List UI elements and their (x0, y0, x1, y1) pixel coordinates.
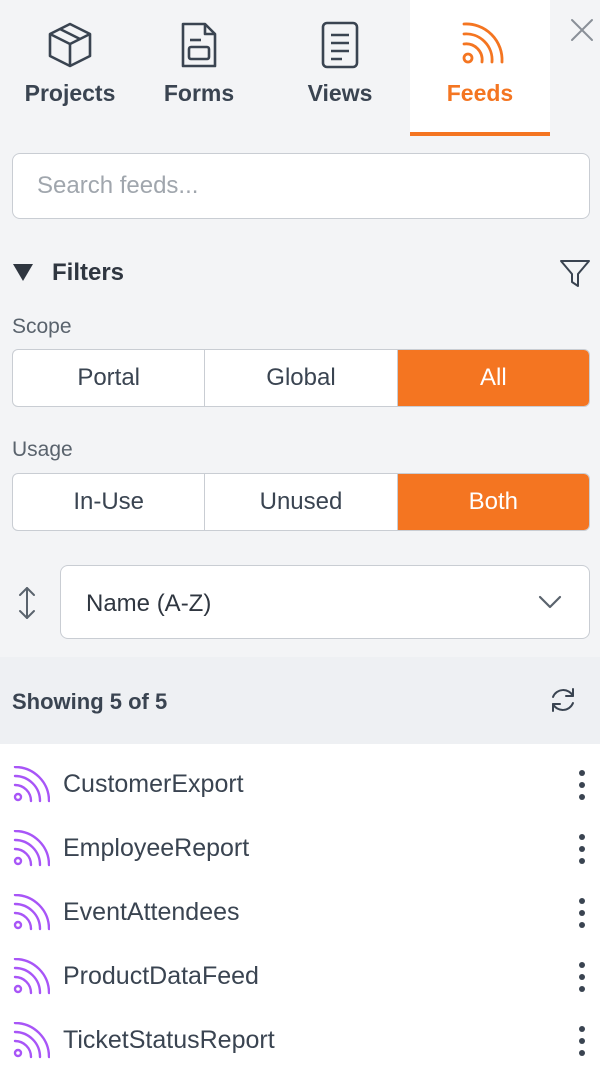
rss-icon (13, 766, 50, 803)
close-icon[interactable] (566, 14, 598, 46)
usage-option-in-use[interactable]: In-Use (13, 474, 206, 530)
rss-icon (13, 958, 50, 995)
filters-toggle[interactable]: Filters (12, 255, 592, 291)
tab-feeds[interactable]: Feeds (410, 0, 550, 136)
document-icon (321, 21, 359, 69)
more-options-icon[interactable] (572, 960, 592, 994)
usage-segmented-control: In-Use Unused Both (12, 473, 590, 531)
feed-name: ProductDataFeed (63, 962, 259, 990)
form-icon (181, 22, 217, 68)
scope-option-global[interactable]: Global (205, 350, 398, 406)
list-item[interactable]: EventAttendees (0, 872, 600, 936)
tab-label: Projects (24, 80, 116, 106)
list-item[interactable]: ProductDataFeed (0, 936, 600, 1000)
scope-segmented-control: Portal Global All (12, 349, 590, 407)
search-input[interactable] (12, 153, 590, 219)
rss-icon (13, 830, 50, 867)
refresh-icon[interactable] (548, 685, 578, 715)
more-options-icon[interactable] (572, 768, 592, 802)
usage-option-unused[interactable]: Unused (205, 474, 398, 530)
rss-icon (462, 22, 504, 64)
feed-name: EventAttendees (63, 898, 240, 926)
sort-select[interactable]: Name (A-Z) (60, 565, 590, 639)
rss-icon (13, 1022, 50, 1059)
more-options-icon[interactable] (572, 896, 592, 930)
sort-order-icon[interactable] (14, 585, 40, 621)
list-item[interactable]: CustomerExport (0, 744, 600, 808)
filters-title: Filters (52, 259, 125, 286)
tab-label: Feeds (446, 80, 514, 106)
tab-forms[interactable]: Forms (129, 0, 269, 136)
feed-list: CustomerExport EmployeeReport EventAtten… (0, 744, 600, 1078)
feed-name: TicketStatusReport (63, 1026, 275, 1054)
more-options-icon[interactable] (572, 1024, 592, 1058)
sort-selected-value: Name (A-Z) (86, 590, 212, 617)
scope-option-all[interactable]: All (397, 350, 589, 406)
feed-name: CustomerExport (63, 770, 244, 798)
tab-label: Forms (163, 80, 235, 106)
result-count: Showing 5 of 5 (12, 689, 168, 714)
feed-name: EmployeeReport (63, 834, 250, 862)
scope-option-portal[interactable]: Portal (13, 350, 206, 406)
funnel-icon[interactable] (558, 255, 592, 291)
caret-down-icon (13, 264, 33, 281)
usage-option-both[interactable]: Both (397, 474, 589, 530)
more-options-icon[interactable] (572, 832, 592, 866)
scope-label: Scope (12, 315, 72, 338)
tab-projects[interactable]: Projects (0, 0, 140, 136)
list-item[interactable]: TicketStatusReport (0, 1000, 600, 1064)
box-icon (48, 22, 92, 68)
list-item[interactable]: EmployeeReport (0, 808, 600, 872)
results-header: Showing 5 of 5 (0, 657, 600, 744)
usage-label: Usage (12, 438, 73, 461)
tab-label: Views (307, 80, 373, 106)
tab-bar: Projects Forms Views Feeds (0, 0, 600, 136)
tab-views[interactable]: Views (270, 0, 410, 136)
rss-icon (13, 894, 50, 931)
chevron-down-icon (538, 595, 562, 609)
